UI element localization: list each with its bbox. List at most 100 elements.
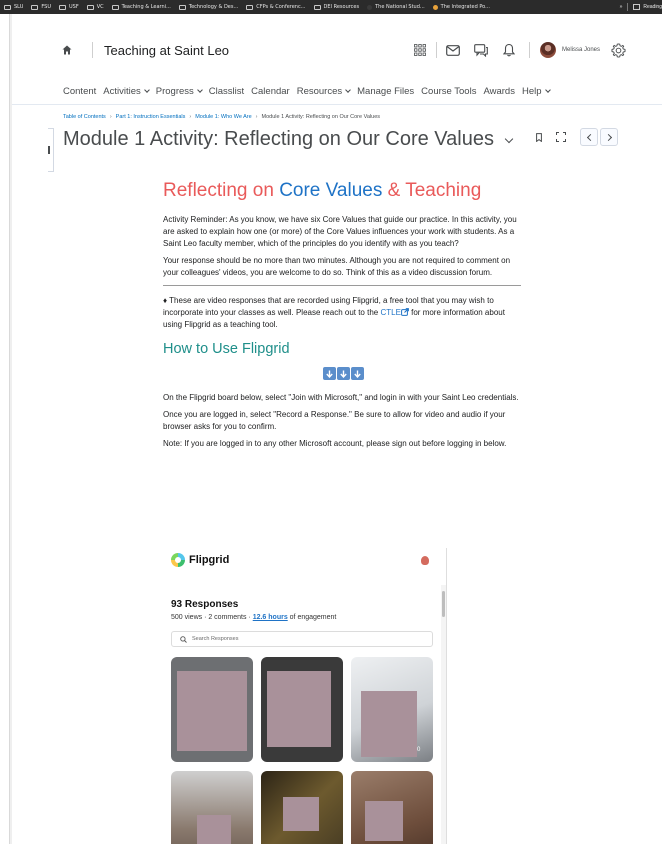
join-instructions-paragraph: On the Flipgrid board below, select "Joi… bbox=[163, 393, 519, 402]
bookmark-national-student[interactable]: The National Stud... bbox=[367, 4, 425, 10]
breadcrumb-link[interactable]: Table of Contents bbox=[63, 114, 106, 120]
chevron-down-icon bbox=[143, 86, 150, 93]
engagement-stats: 500 views · 2 comments · 12.6 hours of e… bbox=[171, 614, 336, 621]
menu-label: Resources bbox=[296, 85, 343, 97]
down-arrows bbox=[163, 367, 521, 380]
menu-item-course-tools[interactable]: Course Tools bbox=[421, 86, 476, 97]
fullscreen-icon[interactable] bbox=[552, 128, 570, 146]
search-responses-input[interactable]: Search Responses bbox=[171, 631, 433, 647]
record-instructions-paragraph: Once you are logged in, select "Record a… bbox=[163, 410, 506, 431]
bookmark-label: VC bbox=[96, 4, 104, 10]
mail-icon[interactable] bbox=[443, 40, 463, 60]
page-title: Module 1 Activity: Reflecting on Our Cor… bbox=[63, 128, 514, 151]
redacted-face bbox=[197, 815, 231, 844]
breadcrumb-current: Module 1 Activity: Reflecting on Our Cor… bbox=[261, 114, 381, 120]
embed-border bbox=[446, 548, 447, 844]
bookmark-usf[interactable]: USF bbox=[59, 4, 79, 10]
response-thumbnail[interactable]: 0 bbox=[351, 657, 433, 762]
chevron-down-icon bbox=[544, 86, 551, 93]
menu-item-content[interactable]: Content bbox=[63, 86, 96, 97]
menu-item-classlist[interactable]: Classlist bbox=[209, 86, 244, 97]
folder-icon bbox=[31, 4, 39, 10]
thumbnail-label: 0 bbox=[417, 747, 421, 753]
folder-icon bbox=[59, 4, 66, 10]
divider bbox=[627, 3, 629, 11]
breadcrumb-separator: › bbox=[255, 114, 258, 120]
breadcrumb: Table of Contents › Part 1: Instruction … bbox=[63, 114, 380, 120]
redacted-face bbox=[283, 797, 319, 831]
reading-list-icon bbox=[633, 4, 641, 10]
menu-label: Classlist bbox=[208, 85, 245, 97]
bookmark-fsu[interactable]: FSU bbox=[31, 4, 51, 10]
menu-item-manage-files[interactable]: Manage Files bbox=[357, 86, 414, 97]
response-thumbnail[interactable] bbox=[261, 657, 343, 762]
external-link-icon[interactable] bbox=[401, 308, 409, 316]
menu-item-help[interactable]: Help bbox=[522, 86, 551, 97]
menu-item-calendar[interactable]: Calendar bbox=[251, 86, 290, 97]
previous-button[interactable] bbox=[580, 128, 598, 146]
bookmark-teaching-learning[interactable]: Teaching & Learni... bbox=[111, 4, 171, 10]
menu-item-activities[interactable]: Activities bbox=[103, 85, 150, 97]
bookmark-dei-resources[interactable]: DEI Resources bbox=[313, 4, 359, 10]
divider bbox=[529, 42, 530, 58]
engagement-hours-link[interactable]: 12.6 hours bbox=[253, 614, 288, 621]
breadcrumb-link[interactable]: Module 1: Who We Are bbox=[195, 114, 251, 120]
ctle-link[interactable]: CTLE bbox=[380, 308, 400, 317]
gear-icon[interactable] bbox=[608, 40, 628, 60]
how-to-subheading: How to Use Flipgrid bbox=[163, 341, 290, 357]
heading-segment: Core Values bbox=[279, 180, 383, 201]
redacted-face bbox=[267, 671, 331, 747]
breadcrumb-link[interactable]: Part 1: Instruction Essentials bbox=[116, 114, 186, 120]
more-bookmarks-icon[interactable]: » bbox=[620, 4, 623, 10]
menu-label: Activities bbox=[103, 85, 141, 97]
bookmark-icon[interactable] bbox=[530, 128, 548, 146]
bookmarks-bar: SLU FSU USF VC Teaching & Learni... Tech… bbox=[0, 0, 662, 14]
bookmark-vc[interactable]: VC bbox=[86, 4, 104, 10]
menu-label: Awards bbox=[483, 85, 515, 97]
response-thumbnail[interactable] bbox=[351, 771, 433, 844]
menu-label: Content bbox=[63, 85, 97, 97]
avatar[interactable] bbox=[421, 556, 429, 565]
chevron-down-icon[interactable] bbox=[504, 134, 514, 143]
flipgrid-info-paragraph: ♦ These are video responses that are rec… bbox=[163, 295, 521, 331]
chevron-right-icon bbox=[604, 133, 612, 141]
bookmark-label: CFPs & Conferenc... bbox=[256, 4, 306, 10]
bookmark-technology-design[interactable]: Technology & Des... bbox=[178, 4, 239, 10]
bookmark-label: Technology & Des... bbox=[188, 4, 239, 10]
bookmark-slu[interactable]: SLU bbox=[4, 4, 23, 10]
flipgrid-brand: Flipgrid bbox=[189, 554, 230, 566]
chevron-down-icon bbox=[196, 86, 203, 93]
topic-content: Reflecting on Core Values & Teaching Act… bbox=[163, 180, 521, 455]
heading-segment: & bbox=[382, 180, 406, 201]
stats-text: of engagement bbox=[287, 614, 337, 621]
chat-icon[interactable] bbox=[471, 40, 491, 60]
next-button[interactable] bbox=[600, 128, 618, 146]
bookmark-cfps-conferences[interactable]: CFPs & Conferenc... bbox=[246, 4, 306, 10]
avatar[interactable] bbox=[540, 42, 556, 58]
window-edge bbox=[0, 14, 10, 844]
bookmark-label: Teaching & Learni... bbox=[121, 4, 171, 10]
menu-item-resources[interactable]: Resources bbox=[296, 85, 351, 97]
bookmark-label: The National Stud... bbox=[375, 4, 425, 10]
folder-icon bbox=[86, 4, 94, 10]
home-icon[interactable] bbox=[62, 45, 72, 55]
response-thumbnail[interactable] bbox=[171, 657, 253, 762]
reading-list-button[interactable]: Reading bbox=[643, 4, 662, 10]
org-title[interactable]: Teaching at Saint Leo bbox=[104, 43, 229, 58]
bell-icon[interactable] bbox=[499, 40, 519, 60]
navbar-icons: Melissa Jones bbox=[410, 40, 628, 60]
response-length-paragraph: Your response should be no more than two… bbox=[163, 256, 511, 277]
grid-icon[interactable] bbox=[410, 40, 430, 60]
response-thumbnail[interactable] bbox=[171, 771, 253, 844]
response-thumbnail[interactable] bbox=[261, 771, 343, 844]
flipgrid-embed: Flipgrid 93 Responses 500 views · 2 comm… bbox=[163, 545, 447, 844]
menu-item-awards[interactable]: Awards bbox=[483, 86, 515, 97]
window-edge-shadow bbox=[10, 14, 12, 844]
redacted-face bbox=[365, 801, 403, 841]
scrollbar-thumb[interactable] bbox=[442, 591, 445, 617]
activity-reminder-paragraph: Activity Reminder: As you know, we have … bbox=[163, 215, 517, 248]
arrow-down-icon bbox=[337, 367, 350, 380]
menu-item-progress[interactable]: Progress bbox=[156, 86, 203, 97]
username[interactable]: Melissa Jones bbox=[562, 47, 600, 53]
bookmark-integrated-po[interactable]: The Integrated Po... bbox=[432, 4, 490, 10]
